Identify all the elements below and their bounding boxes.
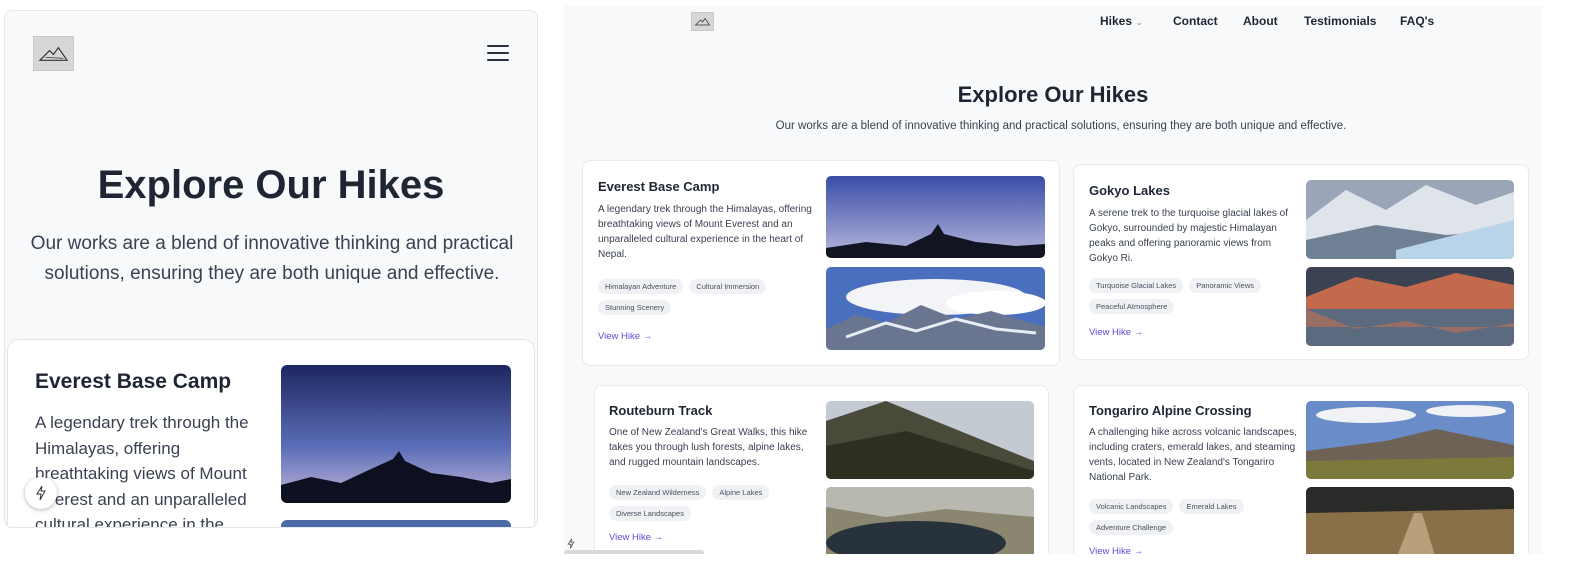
hike-card: Everest Base Camp A legendary trek throu… bbox=[582, 160, 1060, 366]
view-hike-link[interactable]: View Hike → bbox=[1089, 327, 1143, 338]
hike-card-title: Gokyo Lakes bbox=[1089, 183, 1170, 198]
hike-image bbox=[281, 520, 511, 527]
logo-icon[interactable] bbox=[33, 36, 74, 71]
hike-image bbox=[826, 176, 1045, 258]
nav-testimonials[interactable]: Testimonials bbox=[1304, 14, 1376, 28]
tag: Alpine Lakes bbox=[712, 485, 770, 500]
hike-image bbox=[826, 267, 1045, 350]
hike-card-description: A serene trek to the turquoise glacial l… bbox=[1089, 208, 1289, 264]
tag: Panoramic Views bbox=[1189, 278, 1261, 293]
tag: New Zealand Wilderness bbox=[609, 485, 707, 500]
view-hike-link[interactable]: View Hike → bbox=[609, 532, 663, 543]
hike-card-description: A legendary trek through the Himalayas, … bbox=[598, 204, 812, 260]
tag: Turquoise Glacial Lakes bbox=[1089, 278, 1184, 293]
tag-list: Turquoise Glacial Lakes Panoramic Views … bbox=[1089, 278, 1289, 314]
hike-image bbox=[826, 487, 1034, 554]
hike-card-description: A challenging hike across volcanic lands… bbox=[1089, 427, 1297, 483]
hike-image bbox=[1306, 487, 1514, 554]
nav-hikes-label: Hikes bbox=[1100, 14, 1133, 28]
hike-card-title: Tongariro Alpine Crossing bbox=[1089, 403, 1252, 418]
hike-card: Tongariro Alpine Crossing A challenging … bbox=[1073, 385, 1529, 554]
status-bar bbox=[564, 550, 704, 554]
hike-card-description: One of New Zealand's Great Walks, this h… bbox=[609, 427, 808, 468]
hike-image bbox=[826, 401, 1034, 479]
hike-card: Everest Base Camp A legendary trek throu… bbox=[7, 339, 535, 528]
page-title: Explore Our Hikes bbox=[957, 82, 1149, 107]
nav-hikes[interactable]: Hikes ⌄ bbox=[1100, 14, 1143, 28]
view-hike-link[interactable]: View Hike → bbox=[1089, 546, 1143, 554]
tag: Adventure Challenge bbox=[1089, 520, 1174, 535]
tag: Diverse Landscapes bbox=[609, 506, 691, 521]
logo-icon[interactable] bbox=[691, 12, 714, 31]
nav-contact[interactable]: Contact bbox=[1173, 14, 1218, 28]
tag: Himalayan Adventure bbox=[598, 279, 684, 294]
hike-image bbox=[1306, 180, 1514, 259]
bolt-icon[interactable] bbox=[566, 538, 578, 550]
nav-faqs[interactable]: FAQ's bbox=[1400, 14, 1434, 28]
desktop-preview: Hikes ⌄ Contact About Testimonials FAQ's… bbox=[564, 6, 1542, 554]
hamburger-menu-icon[interactable] bbox=[487, 45, 509, 63]
tag-list: New Zealand Wilderness Alpine Lakes Dive… bbox=[609, 485, 809, 521]
hike-card-title: Everest Base Camp bbox=[598, 179, 720, 194]
hike-image bbox=[1306, 401, 1514, 479]
hike-card-description: A legendary trek through the Himalayas, … bbox=[35, 413, 249, 528]
chevron-down-icon: ⌄ bbox=[1135, 17, 1143, 27]
tag-list: Himalayan Adventure Cultural Immersion S… bbox=[598, 279, 798, 315]
hike-card: Routeburn Track One of New Zealand's Gre… bbox=[594, 385, 1049, 554]
page-subtitle: Our works are a blend of innovative thin… bbox=[30, 233, 514, 284]
hike-card-title: Routeburn Track bbox=[609, 403, 713, 418]
nav-about[interactable]: About bbox=[1243, 14, 1278, 28]
tag: Stunning Scenery bbox=[598, 300, 672, 315]
tag-list: Volcanic Landscapes Emerald Lakes Advent… bbox=[1089, 499, 1289, 535]
bolt-icon[interactable] bbox=[25, 477, 57, 509]
tag: Volcanic Landscapes bbox=[1089, 499, 1174, 514]
hike-card: Gokyo Lakes A serene trek to the turquoi… bbox=[1073, 164, 1529, 360]
hike-card-title: Everest Base Camp bbox=[35, 370, 232, 393]
hike-image bbox=[281, 365, 511, 503]
mobile-preview: Explore Our Hikes Our works are a blend … bbox=[4, 10, 538, 528]
tag: Emerald Lakes bbox=[1179, 499, 1244, 514]
tag: Peaceful Atmosphere bbox=[1089, 299, 1175, 314]
view-hike-link[interactable]: View Hike → bbox=[598, 331, 652, 342]
tag: Cultural Immersion bbox=[689, 279, 767, 294]
page-title: Explore Our Hikes bbox=[97, 163, 445, 207]
hike-image bbox=[1306, 267, 1514, 346]
page-subtitle: Our works are a blend of innovative thin… bbox=[775, 120, 1347, 132]
